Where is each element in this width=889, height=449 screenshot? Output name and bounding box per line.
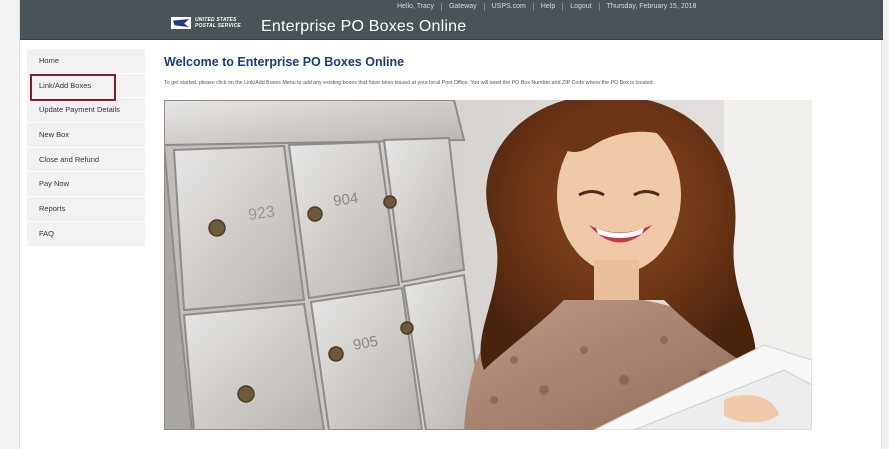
hero-image: 923 904 905 [164,100,812,430]
intro-text: To get started, please click on the Link… [164,80,655,86]
gateway-link[interactable]: Gateway [442,3,485,11]
sidebar-item-close-refund[interactable]: Close and Refund [27,148,145,173]
help-link[interactable]: Help [534,3,564,11]
hero-illustration: 923 904 905 [164,100,812,430]
sidebar-item-pay-now[interactable]: Pay Now [27,172,145,198]
usps-link[interactable]: USPS.com [485,3,534,11]
user-greeting: Hello, Tracy [390,3,442,11]
sidebar-item-new-box[interactable]: New Box [27,123,145,148]
app-title: Enterprise PO Boxes Online [261,18,467,35]
sidebar-item-link-add-boxes[interactable]: Link/Add Boxes [27,73,145,101]
sidebar-item-reports[interactable]: Reports [27,197,145,222]
sidebar-nav: Home Link/Add Boxes Update Payment Detai… [27,49,145,247]
page-frame: Hello, Tracy Gateway USPS.com Help Logou… [19,0,883,449]
logo-text: UNITED STATES POSTAL SERVICE [195,17,241,29]
page-title: Welcome to Enterprise PO Boxes Online [164,55,405,69]
sidebar-item-home[interactable]: Home [27,49,145,74]
sidebar-item-update-payment[interactable]: Update Payment Details [27,98,145,124]
logout-link[interactable]: Logout [563,3,600,11]
sidebar-item-faq[interactable]: FAQ [27,222,145,247]
eagle-icon [171,17,191,29]
utility-bar: Hello, Tracy Gateway USPS.com Help Logou… [390,3,703,11]
site-header: Hello, Tracy Gateway USPS.com Help Logou… [20,0,883,40]
logo-line-2: POSTAL SERVICE [195,23,241,29]
usps-logo[interactable]: UNITED STATES POSTAL SERVICE [171,17,241,29]
box-number-904: 904 [332,190,359,210]
current-date: Thursday, February 15, 2018 [606,3,697,10]
